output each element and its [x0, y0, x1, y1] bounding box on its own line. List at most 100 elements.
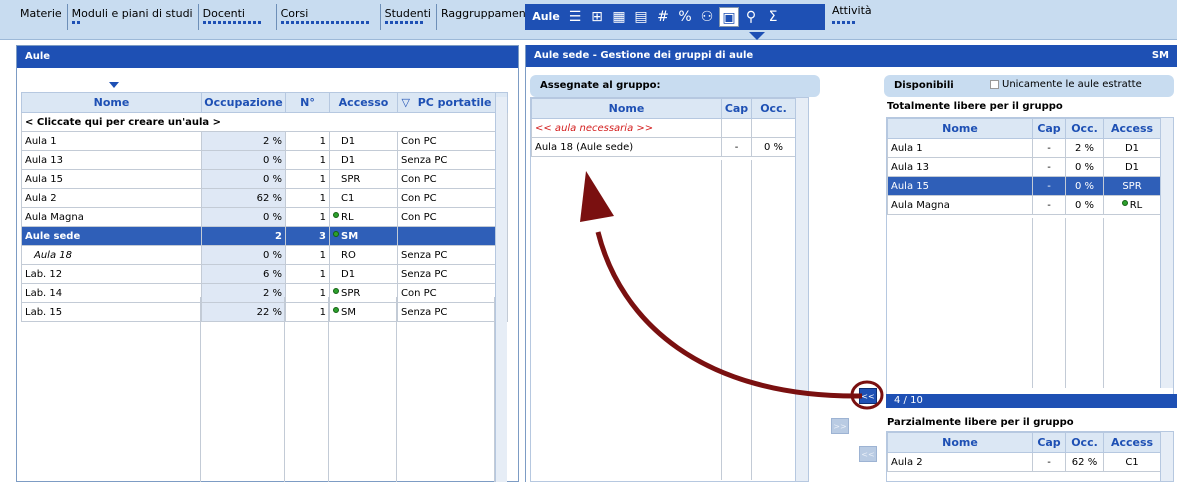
cell-occupazione-text: 0 % [262, 173, 282, 185]
table-row[interactable]: Aula 13 0 % 1 D1 Senza PC [21, 150, 508, 170]
group-icon[interactable]: ⚇ [697, 7, 717, 27]
cell-access-text: SPR [1122, 180, 1142, 192]
move-right-button[interactable]: >> [831, 418, 849, 434]
menu-raggruppamenti[interactable]: Raggruppamenti [437, 4, 538, 30]
percent-icon[interactable]: % [675, 7, 695, 27]
col-header-cap[interactable]: Cap [1032, 118, 1066, 139]
cell-cap: - [721, 137, 752, 157]
aule-toolbar: Aule ☰ ⊞ ▦ ▤ # % ⚇ ▣ ⚲ Σ [525, 4, 825, 30]
cell-accesso-text: D1 [341, 268, 356, 280]
table-row[interactable]: Aula 15 0 % 1 SPR Con PC [21, 169, 508, 189]
needed-row[interactable]: << aula necessaria >> [531, 118, 796, 138]
col-header-access[interactable]: Access [1103, 432, 1161, 453]
available-header-text: Disponibili [894, 80, 954, 91]
table-row[interactable]: Aula Magna 0 % 1 RL Con PC [21, 207, 508, 227]
cell-occ: 0 % [1065, 157, 1104, 177]
cell-name: Aula Magna [21, 207, 202, 227]
cell-occupazione: 62 % [201, 188, 286, 208]
vertical-scrollbar[interactable] [1160, 118, 1173, 388]
vertical-scrollbar[interactable] [495, 97, 507, 482]
col-header-nome[interactable]: Nome [887, 432, 1033, 453]
cell-n-text: 1 [319, 154, 326, 166]
cell-access-text: D1 [1124, 161, 1140, 173]
menu-materie[interactable]: Materie [16, 4, 68, 30]
col-header-occ[interactable]: Occ. [1065, 118, 1104, 139]
table-row[interactable]: Aula 2 62 % 1 C1 Con PC [21, 188, 508, 208]
menu-corsi[interactable]: Corsi [277, 4, 381, 30]
cell-n-text: 1 [319, 211, 326, 223]
cell-name: Aula 13 [21, 150, 202, 170]
col-header-nome[interactable]: Nome [531, 98, 722, 119]
table-row[interactable]: Aula Magna - 0 % RL [887, 195, 1161, 215]
status-dot-icon [333, 287, 339, 294]
cell-name-text: Aula 2 [25, 192, 57, 204]
vertical-scrollbar[interactable] [1160, 432, 1173, 481]
cell-accesso: D1 [329, 264, 398, 284]
cell-name: Aula 1 [21, 131, 202, 151]
sort-down-icon[interactable] [109, 82, 119, 88]
table-row[interactable]: Aula 2 - 62 % C1 [887, 452, 1161, 472]
move-left-button[interactable]: << [859, 388, 877, 404]
col-header-occupazione[interactable]: Occupazione [201, 92, 286, 113]
cell-cap: - [1032, 176, 1066, 196]
search-icon[interactable]: ⚲ [741, 7, 761, 27]
col-header-n[interactable]: N° [285, 92, 330, 113]
create-row[interactable]: < Cliccate qui per creare un'aula > [21, 112, 508, 132]
col-header-pc[interactable]: ▽ PC portatile [397, 92, 496, 113]
checkbox-box[interactable] [990, 79, 999, 89]
col-header-nome[interactable]: Nome [21, 92, 202, 113]
cell-n: 1 [285, 207, 330, 227]
cell-cap-text: - [1047, 199, 1051, 211]
menu-moduli[interactable]: Moduli e piani di studi [68, 4, 199, 30]
grid-icon[interactable]: ⊞ [587, 7, 607, 27]
cell-pc: Senza PC [397, 150, 496, 170]
col-header-nome[interactable]: Nome [887, 118, 1033, 139]
cell-occupazione: 0 % [201, 169, 286, 189]
aule-list-panel: Aule Nome Occupazione N° Accesso ▽ PC po… [16, 45, 519, 482]
table-row[interactable]: Lab. 12 6 % 1 D1 Senza PC [21, 264, 508, 284]
menu-aule-active[interactable]: Aule [529, 7, 563, 27]
schedule-icon[interactable]: ▤ [631, 7, 651, 27]
table-row[interactable]: Aula 15 - 0 % SPR [887, 176, 1161, 196]
cell-occupazione-text: 0 % [262, 211, 282, 223]
col-header-cap[interactable]: Cap [721, 98, 752, 119]
col-header-occ[interactable]: Occ. [751, 98, 796, 119]
table-row[interactable]: Aula 18 0 % 1 RO Senza PC [21, 245, 508, 265]
partially-free-label: Parzialmente libere per il gruppo [887, 417, 1074, 428]
hash-icon[interactable]: # [653, 7, 673, 27]
menu-studenti[interactable]: Studenti [381, 4, 437, 30]
only-extracted-checkbox[interactable]: Unicamente le aule estratte [990, 79, 1142, 90]
status-dot-icon [1121, 199, 1128, 206]
vertical-scrollbar[interactable] [795, 98, 808, 481]
cell-pc: Con PC [397, 169, 496, 189]
cell-occ-text: 2 % [1074, 142, 1095, 154]
menu-attivita[interactable]: Attività [832, 4, 872, 30]
cell-occupazione: 0 % [201, 150, 286, 170]
menu-docenti[interactable]: Docenti [199, 4, 277, 30]
col-header-cap[interactable]: Cap [1032, 432, 1066, 453]
menu-label: Studenti [384, 7, 431, 20]
filter-icon[interactable]: ▽ [402, 96, 410, 109]
group-management-icon[interactable]: ▣ [719, 7, 739, 27]
move-left-partial-button[interactable]: << [859, 446, 877, 462]
top-menu-bar: Materie Moduli e piani di studi Docenti … [0, 0, 1177, 40]
sum-icon[interactable]: Σ [763, 7, 783, 27]
partially-free-table: Nome Cap Occ. Access Aula 2 - 62 % C1 [887, 432, 1161, 472]
cell-pc [397, 226, 496, 246]
cell-occ-text: 0 % [1074, 180, 1095, 192]
table-row[interactable]: Aula 1 2 % 1 D1 Con PC [21, 131, 508, 151]
cell-name-text: Aule sede [25, 230, 81, 242]
col-header-occ[interactable]: Occ. [1065, 432, 1104, 453]
cell-name-text: Aula 1 [891, 142, 923, 154]
active-tab-indicator [749, 32, 765, 40]
table-row[interactable]: Aula 13 - 0 % D1 [887, 157, 1161, 177]
cell-n: 3 [285, 226, 330, 246]
table-row[interactable]: Aula 18 (Aule sede) - 0 % [531, 137, 796, 157]
list-icon[interactable]: ☰ [565, 7, 585, 27]
col-header-accesso[interactable]: Accesso [329, 92, 398, 113]
create-row-text[interactable]: < Cliccate qui per creare un'aula > [21, 112, 496, 132]
building-icon[interactable]: ▦ [609, 7, 629, 27]
col-header-access[interactable]: Access [1103, 118, 1161, 139]
table-row[interactable]: Aule sede 2 3 SM [21, 226, 508, 246]
table-row[interactable]: Aula 1 - 2 % D1 [887, 138, 1161, 158]
